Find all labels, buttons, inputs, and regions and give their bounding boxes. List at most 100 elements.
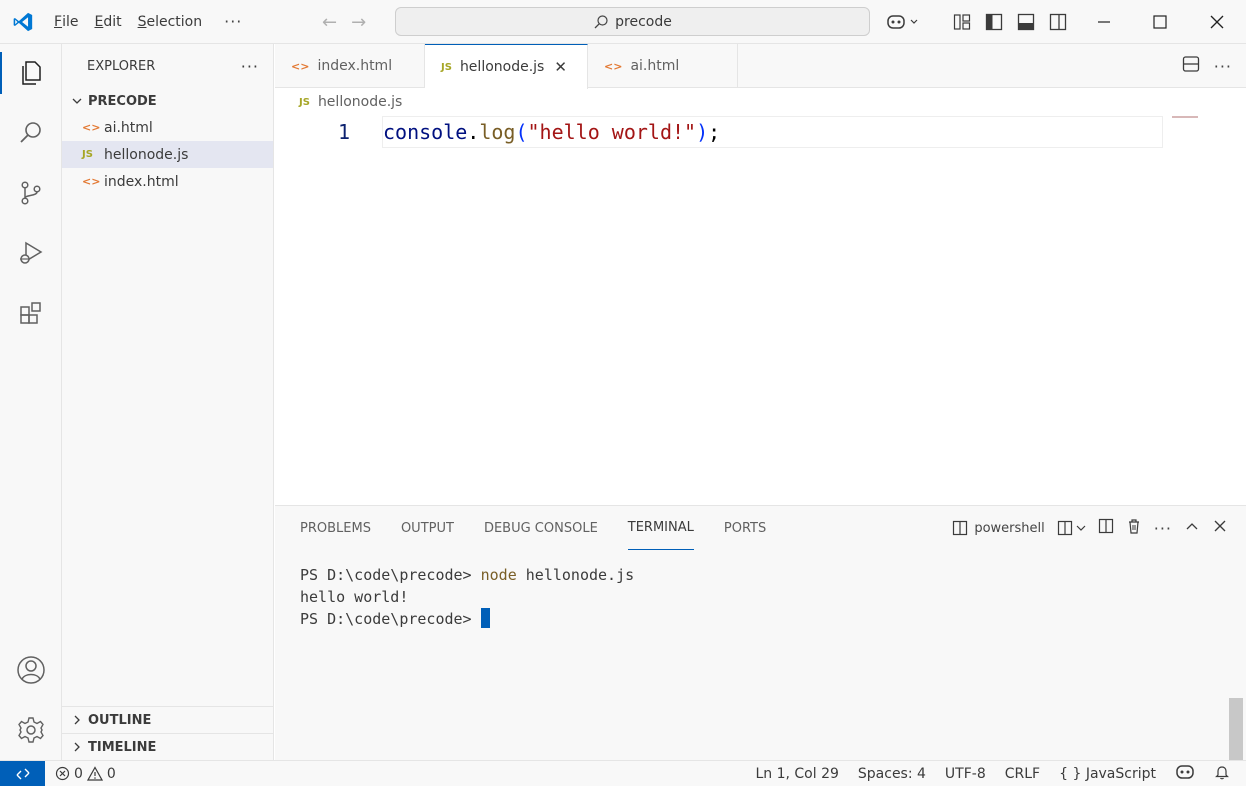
tab-output[interactable]: OUTPUT bbox=[401, 521, 454, 536]
code-token-paren-open: ( bbox=[515, 120, 528, 144]
terminal-prompt: PS D:\code\precode> bbox=[300, 566, 481, 584]
trash-icon[interactable] bbox=[1126, 518, 1142, 538]
remote-button[interactable] bbox=[0, 761, 45, 786]
code-token-function: log bbox=[479, 120, 516, 144]
line-endings[interactable]: CRLF bbox=[1005, 766, 1040, 782]
menu-more-button[interactable]: ··· bbox=[210, 12, 256, 31]
back-arrow-icon[interactable]: ← bbox=[322, 12, 337, 33]
file-hellonode-js[interactable]: JS hellonode.js bbox=[62, 141, 273, 168]
tab-ai-html[interactable]: <> ai.html bbox=[588, 44, 738, 88]
command-center-search[interactable]: precode bbox=[395, 7, 870, 36]
shell-name: powershell bbox=[974, 520, 1045, 536]
panel-more-icon[interactable]: ··· bbox=[1154, 519, 1172, 538]
code-token-string: "hello world!" bbox=[527, 120, 697, 144]
toggle-primary-sidebar-icon[interactable] bbox=[978, 6, 1010, 38]
terminal-scrollbar[interactable] bbox=[1229, 698, 1243, 760]
explorer-title: EXPLORER bbox=[87, 58, 156, 74]
breadcrumb-file[interactable]: hellonode.js bbox=[318, 94, 402, 110]
extensions-icon[interactable] bbox=[0, 288, 62, 338]
code-token-object: console bbox=[383, 120, 468, 144]
explorer-header: EXPLORER ··· bbox=[62, 44, 273, 88]
terminal-result: hello world! bbox=[300, 588, 409, 606]
forward-arrow-icon[interactable]: → bbox=[351, 12, 366, 33]
maximize-icon bbox=[1153, 15, 1167, 29]
settings-gear-icon[interactable] bbox=[0, 705, 62, 755]
terminal-output[interactable]: PS D:\code\precode> node hellonode.js he… bbox=[300, 564, 634, 630]
code-token-semicolon: ; bbox=[708, 120, 721, 144]
chevron-right-icon bbox=[70, 713, 84, 727]
tab-ports[interactable]: PORTS bbox=[724, 521, 766, 536]
timeline-label: TIMELINE bbox=[88, 739, 157, 755]
editor-more-icon[interactable]: ··· bbox=[1214, 57, 1232, 76]
tab-terminal[interactable]: TERMINAL bbox=[627, 506, 694, 550]
warning-icon bbox=[86, 766, 103, 781]
encoding[interactable]: UTF-8 bbox=[945, 766, 986, 782]
explorer-more-button[interactable]: ··· bbox=[241, 57, 259, 76]
accounts-icon[interactable] bbox=[0, 645, 62, 695]
file-label: index.html bbox=[104, 173, 179, 190]
copilot-status-icon[interactable] bbox=[1175, 764, 1195, 784]
tab-problems[interactable]: PROBLEMS bbox=[300, 521, 371, 536]
bottom-panel: PROBLEMS OUTPUT DEBUG CONSOLE TERMINAL P… bbox=[275, 505, 1246, 760]
html-file-icon: <> bbox=[82, 121, 101, 134]
problems-status[interactable]: 0 0 bbox=[55, 761, 116, 786]
html-file-icon: <> bbox=[82, 175, 101, 188]
breadcrumb[interactable]: JS hellonode.js bbox=[299, 90, 402, 114]
code-text[interactable]: console.log("hello world!"); bbox=[383, 116, 720, 148]
run-debug-icon[interactable] bbox=[0, 228, 62, 278]
tab-label: ai.html bbox=[630, 58, 680, 74]
indentation[interactable]: Spaces: 4 bbox=[858, 766, 926, 782]
new-terminal-dropdown[interactable] bbox=[1057, 520, 1086, 536]
source-control-icon[interactable] bbox=[0, 168, 62, 218]
copilot-icon[interactable] bbox=[880, 6, 926, 38]
tab-hellonode-js[interactable]: JS hellonode.js ✕ bbox=[425, 44, 588, 89]
folder-precode[interactable]: PRECODE bbox=[62, 88, 273, 114]
chevron-right-icon bbox=[70, 740, 84, 754]
search-icon[interactable] bbox=[0, 108, 62, 158]
panel-tabs: PROBLEMS OUTPUT DEBUG CONSOLE TERMINAL P… bbox=[300, 506, 766, 550]
outline-section[interactable]: OUTLINE bbox=[62, 706, 273, 733]
chevron-down-icon bbox=[70, 94, 84, 108]
command-center-text: precode bbox=[615, 13, 672, 30]
minimap[interactable] bbox=[1172, 116, 1198, 118]
timeline-section[interactable]: TIMELINE bbox=[62, 733, 273, 760]
menu-file[interactable]: File bbox=[46, 0, 86, 44]
tab-close-icon[interactable]: ✕ bbox=[554, 58, 567, 76]
tab-debug-console[interactable]: DEBUG CONSOLE bbox=[484, 521, 598, 536]
title-bar: File Edit Selection ··· ← → precode bbox=[0, 0, 1246, 44]
explorer-icon[interactable] bbox=[0, 48, 62, 98]
minimize-button[interactable] bbox=[1075, 0, 1133, 44]
js-file-icon: JS bbox=[299, 96, 310, 108]
cursor-position[interactable]: Ln 1, Col 29 bbox=[755, 766, 838, 782]
menu-bar: File Edit Selection ··· bbox=[46, 0, 256, 44]
language-mode[interactable]: { } JavaScript bbox=[1059, 766, 1156, 782]
toggle-panel-icon[interactable] bbox=[1010, 6, 1042, 38]
code-token-paren-close: ) bbox=[696, 120, 709, 144]
html-file-icon: <> bbox=[291, 59, 310, 73]
close-window-button[interactable] bbox=[1188, 0, 1246, 44]
maximize-panel-icon[interactable] bbox=[1184, 518, 1200, 538]
terminal-cursor bbox=[480, 608, 490, 628]
tab-label: hellonode.js bbox=[459, 59, 545, 75]
folder-label: PRECODE bbox=[88, 93, 157, 109]
customize-layout-icon[interactable] bbox=[946, 6, 978, 38]
file-index-html[interactable]: <> index.html bbox=[62, 168, 273, 195]
split-editor-icon[interactable] bbox=[1182, 55, 1200, 77]
close-panel-icon[interactable] bbox=[1212, 518, 1228, 538]
terminal-shell-selector[interactable]: powershell bbox=[952, 520, 1045, 536]
code-line-1[interactable]: 1 console.log("hello world!"); bbox=[275, 116, 1165, 148]
file-ai-html[interactable]: <> ai.html bbox=[62, 114, 273, 141]
maximize-button[interactable] bbox=[1131, 0, 1189, 44]
js-file-icon: JS bbox=[441, 61, 452, 73]
js-file-icon: JS bbox=[82, 149, 93, 160]
menu-edit[interactable]: Edit bbox=[86, 0, 129, 44]
explorer-sidebar: EXPLORER ··· PRECODE <> ai.html JS hello… bbox=[62, 44, 274, 760]
html-file-icon: <> bbox=[604, 59, 623, 73]
toggle-secondary-sidebar-icon[interactable] bbox=[1042, 6, 1074, 38]
menu-selection[interactable]: Selection bbox=[130, 0, 211, 44]
status-right: Ln 1, Col 29 Spaces: 4 UTF-8 CRLF { } Ja… bbox=[755, 761, 1230, 786]
notifications-bell-icon[interactable] bbox=[1214, 764, 1230, 784]
split-terminal-icon[interactable] bbox=[1098, 518, 1114, 538]
tab-index-html[interactable]: <> index.html bbox=[275, 44, 425, 88]
minimize-icon bbox=[1098, 21, 1110, 23]
